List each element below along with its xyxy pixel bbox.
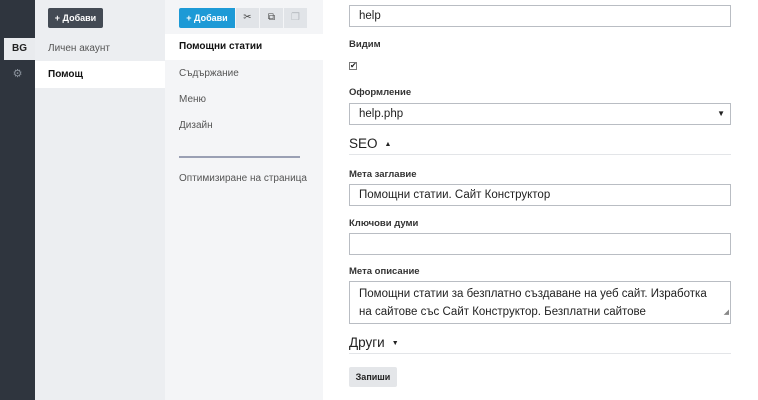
layout-select-value: help.php — [359, 108, 404, 120]
divider — [179, 156, 300, 158]
meta-title-label: Мета заглавие — [349, 169, 417, 180]
nav-item-personal-account[interactable]: Личен акаунт — [35, 35, 165, 62]
copy-icon[interactable]: ⧉ — [259, 8, 283, 28]
layout-select[interactable]: help.php ▼ — [349, 103, 731, 125]
pages-nav: + Добави ✂ ⧉ ❐ Помощни статии Съдържание… — [165, 0, 323, 400]
meta-description-textarea[interactable]: Помощни статии за безплатно създаване на… — [349, 281, 731, 324]
layout-label: Оформление — [349, 87, 412, 98]
meta-description-label: Мета описание — [349, 266, 420, 277]
visible-label: Видим — [349, 39, 381, 50]
pages-toolbar: + Добави ✂ ⧉ ❐ — [179, 8, 307, 28]
keywords-input[interactable] — [349, 233, 731, 255]
nav-item-help[interactable]: Помощ — [35, 61, 165, 88]
language-switch[interactable]: BG — [4, 38, 35, 60]
meta-title-input[interactable]: Помощни статии. Сайт Конструктор — [349, 184, 731, 206]
visible-checkbox[interactable]: ✔ — [349, 62, 357, 70]
caret-down-icon: ▼ — [391, 339, 399, 347]
save-button[interactable]: Запиши — [349, 367, 397, 387]
paste-icon[interactable]: ❐ — [283, 8, 307, 28]
page-item-help-articles[interactable]: Помощни статии — [165, 34, 323, 60]
other-section-title: Други — [349, 335, 385, 350]
page-item-design[interactable]: Дизайн — [165, 113, 323, 139]
other-section-header[interactable]: Други ▼ — [349, 335, 731, 354]
left-rail: BG ⚙ — [0, 0, 35, 400]
resize-handle-icon[interactable]: ◢ — [724, 304, 729, 322]
add-page-button[interactable]: + Добави — [179, 8, 235, 28]
keywords-label: Ключови думи — [349, 218, 419, 229]
gear-icon[interactable]: ⚙ — [12, 69, 23, 80]
chevron-down-icon: ▼ — [717, 109, 725, 118]
meta-description-text: Помощни статии за безплатно създаване на… — [359, 288, 707, 318]
cut-icon[interactable]: ✂ — [235, 8, 259, 28]
slug-input[interactable]: help — [349, 5, 731, 27]
page-item-optimize[interactable]: Оптимизиране на страница — [165, 166, 323, 192]
account-nav: + Добави Личен акаунт Помощ — [35, 0, 165, 400]
page-item-menu[interactable]: Меню — [165, 87, 323, 113]
page-item-content[interactable]: Съдържание — [165, 61, 323, 87]
seo-section-title: SEO — [349, 136, 378, 151]
add-button[interactable]: + Добави — [48, 8, 103, 28]
seo-section-header[interactable]: SEO ▲ — [349, 136, 731, 155]
caret-up-icon: ▲ — [384, 140, 392, 148]
